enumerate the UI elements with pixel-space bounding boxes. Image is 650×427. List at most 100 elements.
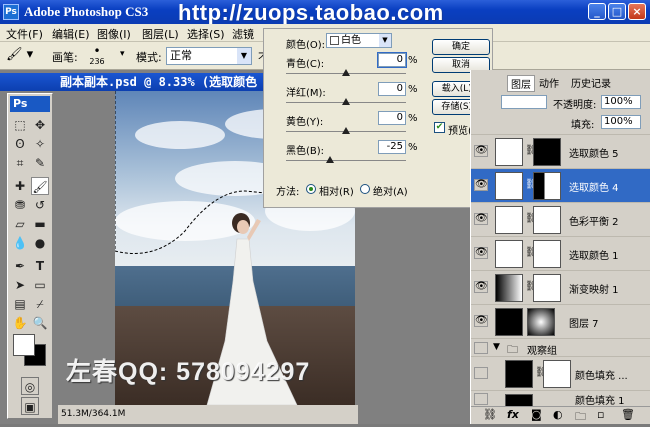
quick-mask-icon[interactable]: ◎ [21,377,39,395]
layer-mask-thumb [533,240,561,268]
brush-tool-preset-icon[interactable]: 🖌 ▾ [6,47,38,65]
history-brush-tool-icon[interactable]: ↺ [31,196,49,214]
menu-edit[interactable]: 编辑(E) [52,26,90,42]
dodge-tool-icon[interactable]: ● [31,234,49,252]
method-absolute-radio[interactable] [360,184,370,194]
trash-icon[interactable]: 🗑 [621,408,635,421]
menu-image[interactable]: 图像(I) [97,26,131,42]
layer-row[interactable]: ⛓ 颜色填充 ... [471,356,650,390]
menu-file[interactable]: 文件(F) [6,26,43,42]
magenta-label: 洋红(M): [286,88,326,99]
hand-tool-icon[interactable]: ✋ [11,314,29,332]
eraser-tool-icon[interactable]: ▱ [11,215,29,233]
move-tool-icon[interactable]: ✥ [31,116,49,134]
folder-icon[interactable]: 🗀 [575,408,586,427]
mask-icon[interactable]: ◙ [531,408,542,421]
layer-row[interactable]: 👁 ⛓ 色彩平衡 2 [471,202,650,236]
ok-button[interactable]: 确定 [432,39,490,55]
brush-preset-picker[interactable]: • 236 [86,45,108,67]
healing-brush-tool-icon[interactable]: ✚ [11,177,29,195]
layer-row[interactable]: 👁 ⛓ 渐变映射 1 [471,270,650,304]
adjustment-layer-thumb [495,138,523,166]
new-layer-icon[interactable]: ▫ [597,408,604,421]
cyan-unit: % [408,55,418,66]
minimize-button[interactable]: _ [588,3,606,20]
eye-icon[interactable]: 👁 [474,315,488,327]
yellow-slider-thumb[interactable] [342,127,350,134]
tab-history[interactable]: 历史记录 [571,75,611,90]
eye-icon[interactable]: 👁 [474,213,488,225]
tab-layers[interactable]: 图层 [507,75,535,92]
opacity-label: 不透明度: [553,100,597,111]
brush-dropdown-icon[interactable]: ▾ [120,49,125,59]
color-select[interactable]: 白色 ▼ [326,33,392,48]
menu-select[interactable]: 选择(S) [187,26,225,42]
eye-icon[interactable]: 👁 [474,281,488,293]
magenta-input[interactable]: 0 [378,82,406,96]
layer-row[interactable]: 👁 ⛓ 选取颜色 4 [471,168,650,202]
document-title-bar[interactable]: 副本副本.psd @ 8.33% (选取颜色 4, [0,73,270,91]
eye-icon[interactable]: 👁 [474,247,488,259]
black-input[interactable]: -25 [378,140,406,154]
layer-row[interactable]: 颜色填充 1 [471,390,650,406]
maximize-button[interactable]: □ [608,3,626,20]
cyan-slider-thumb[interactable] [342,69,350,76]
marquee-tool-icon[interactable]: ⬚ [11,116,29,134]
adjustment-icon[interactable]: ◐ [553,408,563,421]
group-name: 观察组 [527,346,557,357]
lasso-tool-icon[interactable]: ʘ [11,135,29,153]
layers-bottom-bar: ⛓ fx ◙ ◐ 🗀 ▫ 🗑 [471,406,650,424]
mode-label: 模式: [136,51,162,64]
notes-tool-icon[interactable]: ▤ [11,295,29,313]
eye-icon[interactable]: 👁 [474,145,488,157]
eyedropper-tool-icon[interactable]: ⌿ [31,295,49,313]
brush-size: 236 [89,57,105,66]
brush-tool-icon[interactable]: 🖌 [31,177,49,195]
method-relative-radio[interactable] [306,184,316,194]
close-button[interactable]: × [628,3,646,20]
eye-toggle[interactable] [474,342,488,354]
layer-row[interactable]: 👁 ⛓ 选取颜色 1 [471,236,650,270]
path-selection-tool-icon[interactable]: ➤ [11,276,29,294]
triangle-down-icon[interactable]: ▼ [493,342,500,352]
shape-tool-icon[interactable]: ▭ [31,276,49,294]
stamp-tool-icon[interactable]: ⛃ [11,196,29,214]
zoom-tool-icon[interactable]: 🔍 [31,314,49,332]
tab-actions[interactable]: 动作 [539,75,559,90]
pen-tool-icon[interactable]: ✒ [11,257,29,275]
watermark-url: http://zuops.taobao.com [178,0,444,25]
eye-toggle[interactable] [474,393,488,405]
eye-toggle[interactable] [474,367,488,379]
fill-input[interactable]: 100% [601,115,641,129]
mode-select[interactable]: 正常 ▼ [166,47,252,65]
link-icon[interactable]: ⛓ [483,408,497,421]
layer-row[interactable]: 👁 ⛓ 选取颜色 5 [471,134,650,168]
preview-checkbox[interactable]: ✔ [434,122,445,133]
yellow-input[interactable]: 0 [378,111,406,125]
blur-tool-icon[interactable]: 💧 [11,234,29,252]
blend-mode-select[interactable] [501,95,547,109]
gradient-tool-icon[interactable]: ▬ [31,215,49,233]
black-slider-thumb[interactable] [326,156,334,163]
magenta-slider-thumb[interactable] [342,98,350,105]
fx-icon[interactable]: fx [507,408,519,421]
cyan-input[interactable]: 0 [377,52,407,68]
black-slider-track[interactable] [286,160,406,161]
menu-filter[interactable]: 滤镜 [232,26,254,42]
method-label: 方法: [276,187,300,198]
foreground-color-swatch[interactable] [13,334,35,356]
type-tool-icon[interactable]: T [31,257,49,275]
menu-layer[interactable]: 图层(L) [142,26,179,42]
layer-name: 选取颜色 1 [569,251,619,262]
magic-wand-tool-icon[interactable]: ✧ [31,135,49,153]
eye-icon[interactable]: 👁 [474,179,488,191]
opacity-input[interactable]: 100% [601,95,641,109]
layer-mask-thumb [543,360,571,388]
crop-tool-icon[interactable]: ⌗ [11,154,29,172]
layer-group-row[interactable]: ▼ 🗀 观察组 [471,338,650,357]
layer-name: 图层 7 [569,319,599,330]
layer-row[interactable]: 👁 图层 7 [471,304,650,338]
slice-tool-icon[interactable]: ✎ [31,154,49,172]
adjustment-layer-thumb [495,172,523,200]
screen-mode-icon[interactable]: ▣ [21,397,39,415]
